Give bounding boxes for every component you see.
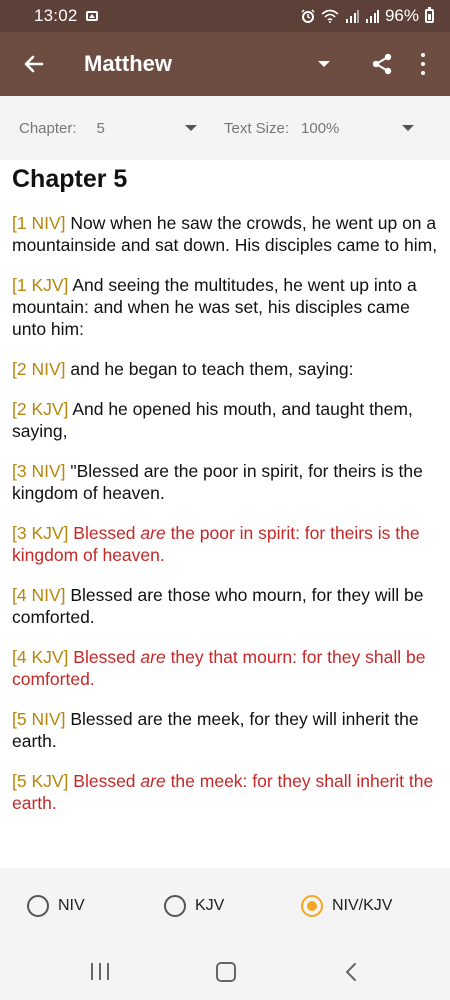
chapter-content[interactable]: Chapter 5 [1 NIV] Now when he saw the cr… [0, 160, 450, 868]
system-back-icon[interactable] [345, 962, 357, 982]
verse-ref: [1 KJV] [12, 275, 69, 295]
verse-ref: [4 NIV] [12, 585, 66, 605]
version-selector: NIV KJV NIV/KJV [0, 868, 450, 944]
app-bar: Matthew [0, 32, 450, 96]
verse-text: Blessed are the meek, for they will inhe… [12, 709, 419, 751]
verse-ref: [3 NIV] [12, 461, 66, 481]
verse-text-part: Blessed [68, 647, 141, 667]
verse-text: Blessed are those who mourn, for they wi… [12, 585, 424, 627]
verse-text-italic: are [140, 647, 166, 667]
verse-ref: [2 NIV] [12, 359, 66, 379]
chapter-heading: Chapter 5 [12, 165, 128, 193]
verse-text-italic: are [140, 523, 166, 543]
version-radio-niv-kjv[interactable]: NIV/KJV [301, 895, 392, 917]
book-dropdown-icon[interactable] [318, 61, 330, 67]
verse: [4 NIV] Blessed are those who mourn, for… [12, 584, 438, 628]
battery-icon [425, 7, 434, 23]
battery-percent: 96% [384, 6, 419, 25]
verse-text-italic: are [140, 771, 166, 791]
verse-ref: [3 KJV] [12, 523, 69, 543]
verse: [3 NIV] "Blessed are the poor in spirit,… [12, 460, 438, 504]
chapter-value: 5 [96, 119, 105, 137]
alarm-icon [301, 9, 315, 23]
status-time: 13:02 [34, 6, 78, 25]
radio-label-niv-kjv: NIV/KJV [332, 897, 393, 914]
verse-text: Blessed are they that mourn: for they sh… [12, 647, 425, 689]
signal-icon-2 [365, 10, 379, 23]
text-size-label: Text Size: [224, 119, 290, 137]
radio-circle-niv-kjv [301, 895, 323, 917]
verse-ref: [2 KJV] [12, 399, 69, 419]
verse-ref: [5 KJV] [12, 771, 69, 791]
verse-text: And he opened his mouth, and taught them… [12, 399, 413, 441]
more-options-icon[interactable] [420, 53, 426, 75]
recents-icon[interactable] [91, 963, 109, 980]
share-icon[interactable] [370, 52, 394, 76]
text-size-dropdown-icon [402, 125, 414, 131]
verse-text: "Blessed are the poor in spirit, for the… [12, 461, 423, 503]
back-arrow-icon[interactable] [22, 52, 46, 76]
verse-ref: [4 KJV] [12, 647, 69, 667]
radio-circle-niv [27, 895, 49, 917]
system-nav-bar [0, 944, 450, 1000]
status-bar: 13:02 96% [0, 0, 450, 32]
content-fade [0, 854, 450, 868]
verse-text: And seeing the multitudes, he went up in… [12, 275, 417, 339]
verse: [2 NIV] and he began to teach them, sayi… [12, 358, 438, 380]
status-icons: 96% [301, 6, 434, 26]
home-icon[interactable] [216, 962, 236, 982]
verse-red-letter: [4 KJV] Blessed are they that mourn: for… [12, 646, 438, 690]
verse-red-letter: [5 KJV] Blessed are the meek: for they s… [12, 770, 438, 814]
signal-icon-1 [345, 10, 359, 23]
verse: [1 NIV] Now when he saw the crowds, he w… [12, 212, 438, 256]
radio-circle-kjv [164, 895, 186, 917]
chapter-selector[interactable]: Chapter: 5 [19, 120, 199, 137]
verse-text-part: Blessed [68, 523, 141, 543]
verse: [1 KJV] And seeing the multitudes, he we… [12, 274, 438, 340]
radio-label-niv: NIV [58, 897, 85, 914]
version-radio-kjv[interactable]: KJV [164, 895, 224, 917]
verse-text: Now when he saw the crowds, he went up o… [12, 213, 438, 255]
verse-ref: [5 NIV] [12, 709, 66, 729]
verse-text-part: Blessed [68, 771, 141, 791]
verse-text: and he began to teach them, saying: [65, 359, 354, 379]
version-radio-niv[interactable]: NIV [27, 895, 85, 917]
verse-text: Blessed are the poor in spirit: for thei… [12, 523, 420, 565]
settings-row: Chapter: 5 Text Size: 100% [0, 96, 450, 160]
verse: [2 KJV] And he opened his mouth, and tau… [12, 398, 438, 442]
verse-red-letter: [3 KJV] Blessed are the poor in spirit: … [12, 522, 438, 566]
chapter-label: Chapter: [19, 119, 77, 137]
page-title: Matthew [84, 51, 172, 76]
wifi-icon [321, 9, 339, 23]
text-size-selector[interactable]: Text Size: 100% [224, 120, 414, 137]
verse-ref: [1 NIV] [12, 213, 66, 233]
verse-text: Blessed are the meek: for they shall inh… [12, 771, 433, 813]
gallery-notification-icon [85, 11, 98, 21]
radio-label-kjv: KJV [195, 897, 225, 914]
text-size-value: 100% [301, 119, 340, 137]
chapter-dropdown-icon [185, 125, 197, 131]
verse: [5 NIV] Blessed are the meek, for they w… [12, 708, 438, 752]
